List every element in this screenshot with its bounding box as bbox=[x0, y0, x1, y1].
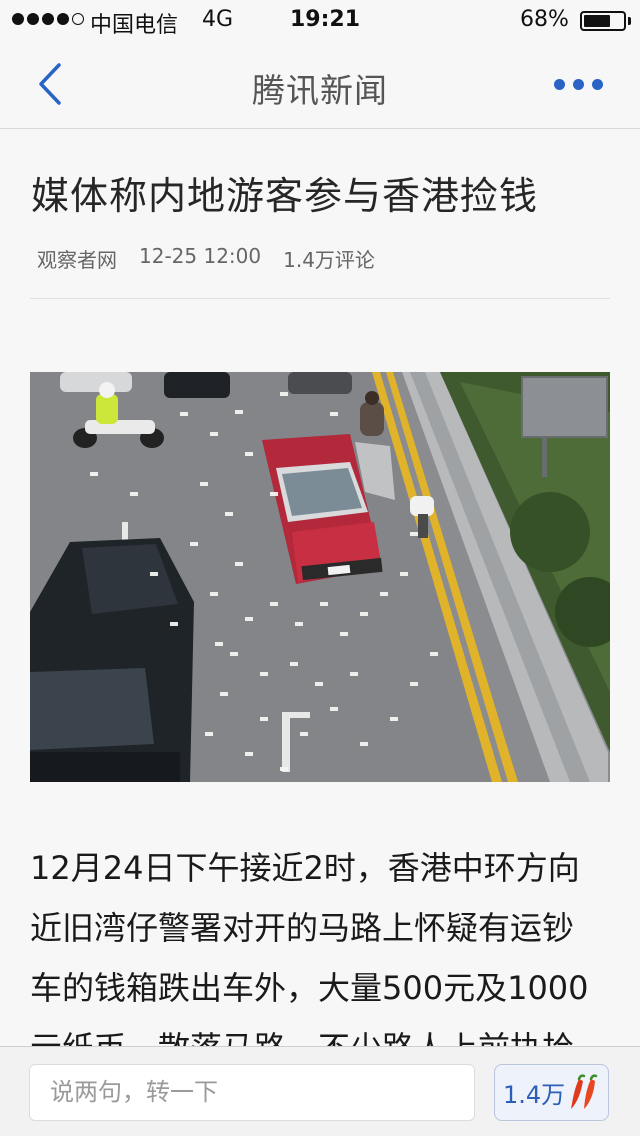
body-line: 车的钱箱跌出车外，大量500元及1000 bbox=[30, 969, 589, 1007]
status-time: 19:21 bbox=[290, 7, 361, 32]
body-line: 近旧湾仔警署对开的马路上怀疑有运钞 bbox=[30, 909, 575, 947]
road-scene-image bbox=[30, 372, 610, 782]
comment-bar: 说两句，转一下 1.4万 bbox=[0, 1046, 640, 1136]
chili-pepper-icon bbox=[571, 1073, 598, 1109]
battery-percent: 68% bbox=[520, 7, 569, 32]
more-dot-3 bbox=[591, 78, 603, 90]
comment-count-label: 1.4万 bbox=[503, 1081, 566, 1109]
battery-icon bbox=[580, 11, 626, 31]
article-source[interactable]: 观察者网 bbox=[37, 244, 117, 273]
more-dots-icon bbox=[553, 78, 565, 90]
carrier-name: 中国电信 bbox=[90, 13, 179, 38]
body-line: 12月24日下午接近2时，香港中环方向 bbox=[30, 849, 580, 887]
article-comment-count[interactable]: 1.4万评论 bbox=[283, 244, 375, 273]
status-bar: 中国电信 4G 19:21 68% bbox=[0, 0, 640, 40]
signal-strength-icon bbox=[12, 13, 84, 25]
more-options-button[interactable] bbox=[548, 68, 608, 100]
comments-button[interactable]: 1.4万 bbox=[494, 1064, 609, 1121]
article-photo[interactable] bbox=[30, 372, 610, 782]
battery-tip bbox=[628, 17, 631, 25]
article-datetime: 12-25 12:00 bbox=[139, 244, 262, 268]
network-type: 4G bbox=[202, 7, 234, 32]
article-title: 媒体称内地游客参与香港捡钱 bbox=[31, 174, 539, 218]
divider bbox=[30, 298, 610, 299]
comment-input[interactable]: 说两句，转一下 bbox=[29, 1064, 475, 1121]
app-title: 腾讯新闻 bbox=[252, 71, 388, 110]
battery-level-fill bbox=[584, 15, 610, 27]
navigation-bar: 腾讯新闻 bbox=[0, 40, 640, 129]
article-body: 12月24日下午接近2时，香港中环方向 近旧湾仔警署对开的马路上怀疑有运钞 车的… bbox=[30, 838, 614, 1078]
article-meta: 观察者网 12-25 12:00 1.4万评论 bbox=[37, 244, 375, 273]
more-dot-2 bbox=[572, 78, 584, 90]
